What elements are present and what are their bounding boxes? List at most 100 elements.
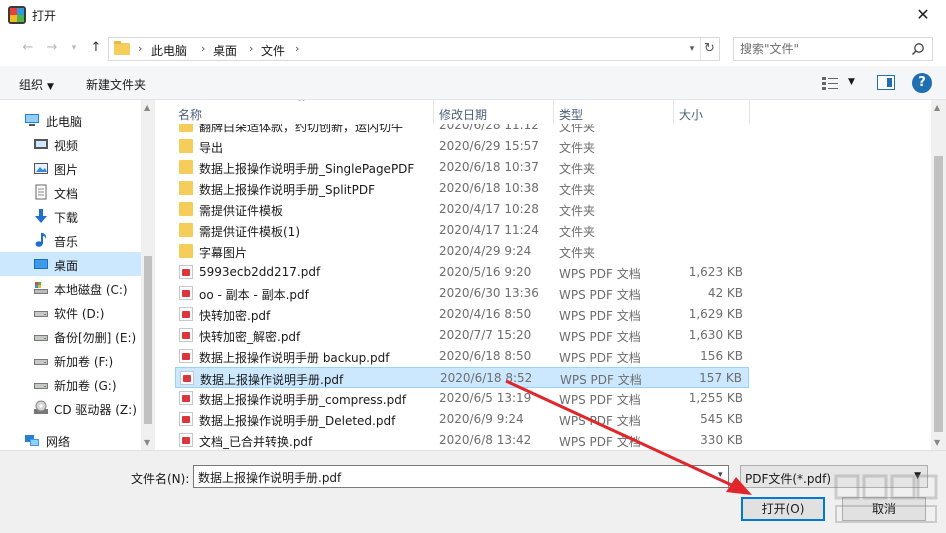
sidebar-item-videos[interactable]: 视频 <box>0 132 141 156</box>
column-divider[interactable] <box>749 100 750 124</box>
music-icon <box>35 233 47 247</box>
table-row[interactable]: 快转加密.pdf 2020/4/16 8:50 WPS PDF 文档 1,629… <box>175 304 749 325</box>
table-row[interactable]: 快转加密_解密.pdf 2020/7/7 15:20 WPS PDF 文档 1,… <box>175 325 749 346</box>
sidebar-item-pictures[interactable]: 图片 <box>0 156 141 180</box>
breadcrumb-this-pc[interactable]: 此电脑 <box>151 42 187 59</box>
address-bar[interactable]: › 此电脑 › 桌面 › 文件 › <box>108 37 720 61</box>
search-box[interactable] <box>733 37 933 61</box>
table-row[interactable]: 翻牌白朵适体款，约切创新，运内切牛 2020/6/28 11:12 文件夹 <box>175 124 749 136</box>
pdf-file-icon <box>179 265 193 279</box>
table-row[interactable]: 数据上报操作说明手册_Deleted.pdf 2020/6/9 9:24 WPS… <box>175 409 749 430</box>
table-row[interactable]: 数据上报操作说明手册_SplitPDF 2020/6/18 10:38 文件夹 <box>175 178 749 199</box>
close-icon: ✕ <box>916 5 930 24</box>
column-header-size[interactable]: 大小 <box>679 106 703 123</box>
back-button[interactable]: ← <box>18 38 38 58</box>
sort-ascending-icon: ^ <box>298 100 306 108</box>
file-type: 文件夹 <box>559 183 596 197</box>
file-name: 导出 <box>199 141 224 155</box>
sidebar-item-drive-z[interactable]: CD 驱动器 (Z:) <box>0 396 141 420</box>
table-row[interactable]: 导出 2020/6/29 15:57 文件夹 <box>175 136 749 157</box>
table-row[interactable]: 需提供证件模板(1) 2020/4/17 11:24 文件夹 <box>175 220 749 241</box>
sidebar-item-music[interactable]: 音乐 <box>0 228 141 252</box>
sidebar-item-drive-c[interactable]: 本地磁盘 (C:) <box>0 276 141 300</box>
address-history-button[interactable]: ▾ <box>684 38 700 60</box>
table-row[interactable]: 数据上报操作说明手册_compress.pdf 2020/6/5 13:19 W… <box>175 388 749 409</box>
folder-icon <box>114 41 130 55</box>
column-divider[interactable] <box>433 100 434 124</box>
table-row[interactable]: 数据上报操作说明手册_SinglePagePDF 2020/6/18 10:37… <box>175 157 749 178</box>
file-size: 1,255 KB <box>688 391 743 405</box>
filename-field[interactable] <box>193 465 729 488</box>
up-button[interactable]: ↑ <box>86 38 106 58</box>
view-options-icon[interactable] <box>822 76 838 90</box>
sidebar-item-drive-e[interactable]: 备份[勿删] (E:) <box>0 324 141 348</box>
file-size: 1,629 KB <box>688 307 743 321</box>
scroll-down-icon[interactable]: ▼ <box>144 438 150 447</box>
table-row[interactable]: 5993ecb2dd217.pdf 2020/5/16 9:20 WPS PDF… <box>175 262 749 283</box>
sidebar-item-drive-f[interactable]: 新加卷 (F:) <box>0 348 141 372</box>
filename-history-icon[interactable]: ▾ <box>718 470 723 480</box>
table-row[interactable]: 文档_已合并转换.pdf 2020/6/8 13:42 WPS PDF 文档 3… <box>175 430 749 450</box>
pdf-file-icon <box>179 349 193 363</box>
file-date: 2020/4/16 8:50 <box>439 307 532 321</box>
pdf-file-icon <box>179 307 193 321</box>
search-input[interactable] <box>740 41 900 57</box>
file-type: WPS PDF 文档 <box>559 288 641 302</box>
file-type: WPS PDF 文档 <box>559 351 641 365</box>
column-header-type[interactable]: 类型 <box>559 106 583 123</box>
table-row[interactable]: oo - 副本 - 副本.pdf 2020/6/30 13:36 WPS PDF… <box>175 283 749 304</box>
breadcrumb-separator-icon[interactable]: › <box>201 42 205 55</box>
sidebar-item-label: CD 驱动器 (Z:) <box>54 403 137 417</box>
new-folder-button[interactable]: 新建文件夹 <box>86 76 146 93</box>
sidebar-item-label: 下载 <box>54 211 79 225</box>
sidebar-item-downloads[interactable]: 下载 <box>0 204 141 228</box>
breadcrumb-files[interactable]: 文件 <box>261 42 285 59</box>
sidebar-item-documents[interactable]: 文档 <box>0 180 141 204</box>
help-icon[interactable]: ? <box>912 73 932 93</box>
arrow-up-icon: ↑ <box>90 40 102 55</box>
file-date: 2020/6/18 10:38 <box>439 181 539 195</box>
view-dropdown-icon[interactable]: ▼ <box>848 77 855 87</box>
cd-drive-icon <box>34 400 48 414</box>
scrollbar-thumb[interactable] <box>934 156 943 432</box>
table-row[interactable]: 数据上报操作说明手册 backup.pdf 2020/6/18 8:50 WPS… <box>175 346 749 367</box>
open-button[interactable]: 打开(O) <box>741 497 825 521</box>
column-header-name[interactable]: 名称 <box>178 106 202 123</box>
file-type: WPS PDF 文档 <box>559 414 641 428</box>
window-title: 打开 <box>32 9 57 23</box>
preview-pane-icon[interactable] <box>877 75 895 90</box>
file-size: 156 KB <box>700 349 743 363</box>
file-list-scrollbar[interactable]: ▲ ▼ <box>931 100 946 450</box>
breadcrumb-separator-icon[interactable]: › <box>138 42 142 55</box>
recent-locations-button[interactable]: ▾ <box>64 38 84 58</box>
close-button[interactable]: ✕ <box>900 0 946 30</box>
column-divider[interactable] <box>673 100 674 124</box>
table-row-selected[interactable]: 数据上报操作说明手册.pdf 2020/6/18 8:52 WPS PDF 文档… <box>175 367 749 388</box>
scroll-up-icon[interactable]: ▲ <box>934 103 940 112</box>
filename-input[interactable] <box>198 469 698 485</box>
file-type: 文件夹 <box>559 124 596 134</box>
column-header-date[interactable]: 修改日期 <box>439 106 487 123</box>
breadcrumb-separator-icon[interactable]: › <box>249 42 253 55</box>
breadcrumb-separator-icon[interactable]: › <box>295 42 299 55</box>
file-date: 2020/6/28 11:12 <box>439 124 539 132</box>
sidebar-item-drive-d[interactable]: 软件 (D:) <box>0 300 141 324</box>
file-date: 2020/6/8 13:42 <box>439 433 532 447</box>
refresh-icon: ↻ <box>704 41 715 56</box>
sidebar-item-this-pc[interactable]: 此电脑 <box>0 108 141 132</box>
scroll-down-icon[interactable]: ▼ <box>934 438 940 447</box>
folder-icon <box>179 202 193 216</box>
forward-button[interactable]: → <box>42 38 62 58</box>
organize-button[interactable]: 组织 ▼ <box>19 76 54 93</box>
sidebar-scrollbar[interactable]: ▲ ▼ <box>141 100 155 450</box>
sidebar-item-desktop[interactable]: 桌面 <box>0 252 141 276</box>
scroll-up-icon[interactable]: ▲ <box>144 103 150 112</box>
column-divider[interactable] <box>553 100 554 124</box>
table-row[interactable]: 需提供证件模板 2020/4/17 10:28 文件夹 <box>175 199 749 220</box>
sidebar-item-drive-g[interactable]: 新加卷 (G:) <box>0 372 141 396</box>
scrollbar-thumb[interactable] <box>144 256 152 424</box>
sidebar-item-network[interactable]: 网络 <box>0 428 141 452</box>
table-row[interactable]: 字幕图片 2020/4/29 9:24 文件夹 <box>175 241 749 262</box>
breadcrumb-desktop[interactable]: 桌面 <box>213 42 237 59</box>
refresh-button[interactable]: ↻ <box>700 38 718 60</box>
